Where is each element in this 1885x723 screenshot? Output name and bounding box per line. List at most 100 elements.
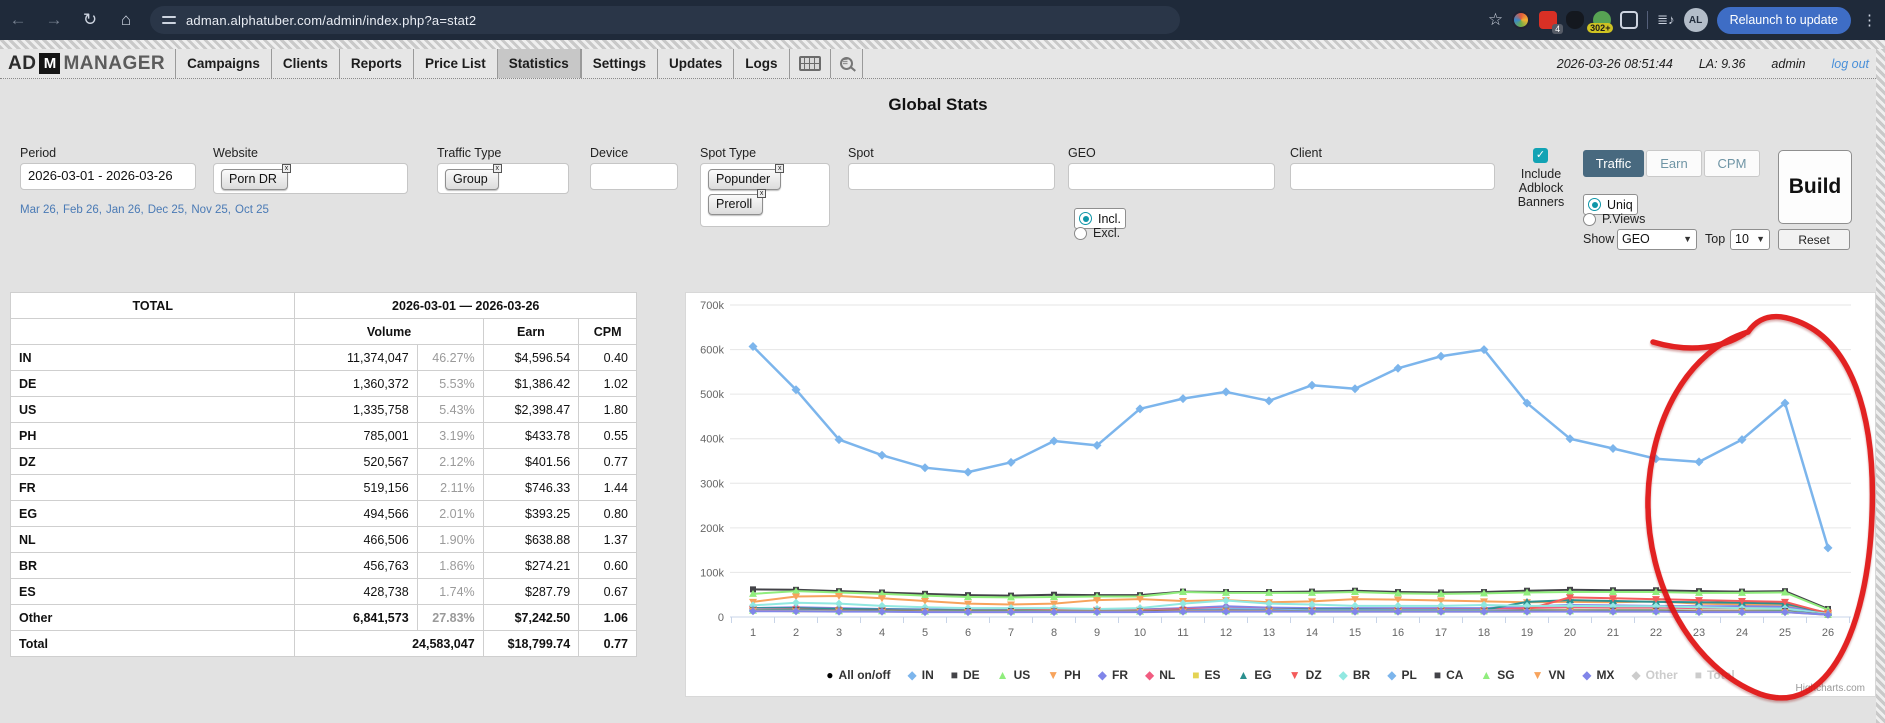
legend-item-eg[interactable]: ▲EG — [1238, 668, 1272, 682]
spot-type-input[interactable]: Popunderx Prerollx — [700, 163, 830, 227]
legend-item-us[interactable]: ▲US — [997, 668, 1031, 682]
legend-item-de[interactable]: ■DE — [951, 668, 980, 682]
tab-campaigns[interactable]: Campaigns — [175, 49, 271, 78]
legend-item-pl[interactable]: ◆PL — [1387, 668, 1417, 682]
browser-home-icon[interactable]: ⌂ — [108, 10, 144, 30]
pviews-radio[interactable]: P.Views — [1583, 212, 1645, 226]
chip-remove-icon[interactable]: x — [757, 189, 766, 198]
extension-vpn-icon[interactable]: 302+ — [1593, 11, 1611, 29]
app-logo[interactable]: AD M MANAGER — [0, 49, 175, 78]
tab-updates[interactable]: Updates — [657, 49, 733, 78]
reset-button[interactable]: Reset — [1778, 229, 1850, 250]
cell-cpm: 1.80 — [579, 397, 637, 423]
nav-search-button[interactable] — [830, 49, 863, 78]
cell-volume: 494,566 — [295, 501, 417, 527]
tab-logs[interactable]: Logs — [733, 49, 788, 78]
quick-period-link[interactable]: Feb 26, — [63, 204, 102, 216]
client-input[interactable] — [1290, 163, 1495, 190]
extension-badge-count: 4 — [1552, 24, 1563, 34]
cell-volume: 6,841,573 — [295, 605, 417, 631]
extension-paw-icon[interactable] — [1566, 11, 1584, 29]
svg-text:22: 22 — [1650, 627, 1662, 639]
legend-item-nl[interactable]: ◆NL — [1145, 668, 1175, 682]
chip-remove-icon[interactable]: x — [775, 164, 784, 173]
adblock-checkbox[interactable]: ✓ — [1533, 148, 1548, 163]
mode-earn-button[interactable]: Earn — [1646, 150, 1702, 177]
legend-item-dz[interactable]: ▼DZ — [1289, 668, 1322, 682]
period-input[interactable]: 2026-03-01 - 2026-03-26 — [20, 163, 196, 190]
reading-list-icon[interactable]: ≣♪ — [1657, 12, 1674, 28]
chart-plot-area[interactable]: 0100k200k300k400k500k600k700k12345678910… — [686, 293, 1875, 696]
quick-period-link[interactable]: Nov 25, — [191, 204, 231, 216]
tab-reports[interactable]: Reports — [339, 49, 413, 78]
browser-back-icon[interactable]: ← — [0, 10, 36, 30]
period-quick-links: Mar 26,Feb 26,Jan 26,Dec 25,Nov 25,Oct 2… — [20, 203, 182, 218]
legend-item-fr[interactable]: ◆ FR — [1098, 668, 1128, 682]
extension-rainbow-icon[interactable] — [1512, 11, 1530, 29]
legend-label: Total — [1707, 668, 1735, 682]
browser-forward-icon[interactable]: → — [36, 10, 72, 30]
cell-cpm: 0.77 — [579, 631, 637, 657]
legend-label: NL — [1159, 668, 1175, 682]
browser-menu-icon[interactable]: ⋮ — [1860, 11, 1879, 29]
tab-settings[interactable]: Settings — [581, 49, 657, 78]
legend-item-other[interactable]: ◆Other — [1631, 668, 1677, 682]
top-select[interactable]: 10▼ — [1730, 229, 1770, 250]
extension-adblock-icon[interactable]: 4 — [1539, 11, 1557, 29]
chip-remove-icon[interactable]: x — [282, 164, 291, 173]
legend-label: FR — [1112, 668, 1128, 682]
legend-item-all-on-off[interactable]: ●All on/off — [826, 668, 890, 682]
tab-statistics[interactable]: Statistics — [497, 49, 581, 78]
legend-item-sg[interactable]: ▲SG — [1480, 668, 1514, 682]
quick-period-link[interactable]: Jan 26, — [106, 204, 144, 216]
legend-item-es[interactable]: ■ES — [1192, 668, 1220, 682]
mode-cpm-button[interactable]: CPM — [1704, 150, 1760, 177]
cell-geo: EG — [11, 501, 295, 527]
geo-excl-radio[interactable]: Excl. — [1074, 226, 1120, 240]
cell-cpm: 0.77 — [579, 449, 637, 475]
bookmark-star-icon[interactable]: ☆ — [1488, 10, 1503, 30]
legend-item-vn[interactable]: ▼VN — [1532, 668, 1566, 682]
quick-period-link[interactable]: Dec 25, — [148, 204, 188, 216]
site-settings-icon[interactable] — [162, 14, 176, 26]
show-select[interactable]: GEO▼ — [1617, 229, 1697, 250]
cell-share: 1.86% — [417, 553, 483, 579]
filter-chip-group[interactable]: Groupx — [445, 169, 499, 190]
cell-earn: $746.33 — [483, 475, 579, 501]
legend-marker-icon: ◆ — [1098, 669, 1107, 681]
legend-item-in[interactable]: ◆IN — [908, 668, 934, 682]
legend-marker-icon: ▲ — [1480, 669, 1492, 681]
logout-link[interactable]: log out — [1831, 57, 1869, 71]
highcharts-credit[interactable]: Highcharts.com — [1796, 683, 1865, 694]
cell-share: 5.53% — [417, 371, 483, 397]
legend-marker-icon: ◆ — [1631, 669, 1640, 681]
quick-period-link[interactable]: Mar 26, — [20, 204, 59, 216]
mode-traffic-button[interactable]: Traffic — [1583, 150, 1644, 177]
legend-item-mx[interactable]: ◆MX — [1582, 668, 1614, 682]
filter-chip-preroll[interactable]: Prerollx — [708, 194, 763, 215]
build-button[interactable]: Build — [1778, 150, 1852, 224]
quick-period-link[interactable]: Oct 25 — [235, 204, 269, 216]
spot-input[interactable] — [848, 163, 1055, 190]
cell-share: 1.90% — [417, 527, 483, 553]
traffic-type-input[interactable]: Groupx — [437, 163, 569, 194]
browser-address-bar[interactable]: adman.alphatuber.com/admin/index.php?a=s… — [150, 6, 1180, 34]
device-input[interactable] — [590, 163, 678, 190]
tab-clients[interactable]: Clients — [271, 49, 339, 78]
legend-item-total[interactable]: ■Total — [1695, 668, 1735, 682]
browser-reload-icon[interactable]: ↻ — [72, 10, 108, 30]
legend-item-ca[interactable]: ■CA — [1434, 668, 1464, 682]
url-text[interactable]: adman.alphatuber.com/admin/index.php?a=s… — [186, 13, 476, 28]
tab-price-list[interactable]: Price List — [413, 49, 497, 78]
filter-chip-porn-dr[interactable]: Porn DRx — [221, 169, 288, 190]
legend-item-br[interactable]: ◆BR — [1339, 668, 1371, 682]
relaunch-to-update-button[interactable]: Relaunch to update — [1717, 7, 1851, 34]
geo-input[interactable] — [1068, 163, 1275, 190]
legend-item-ph[interactable]: ▼PH — [1047, 668, 1081, 682]
nav-calculator-button[interactable] — [789, 49, 830, 78]
browser-profile-avatar[interactable]: AL — [1684, 8, 1708, 32]
filter-chip-popunder[interactable]: Popunderx — [708, 169, 781, 190]
extensions-puzzle-icon[interactable] — [1620, 11, 1638, 29]
chip-remove-icon[interactable]: x — [493, 164, 502, 173]
website-input[interactable]: Porn DRx — [213, 163, 408, 194]
